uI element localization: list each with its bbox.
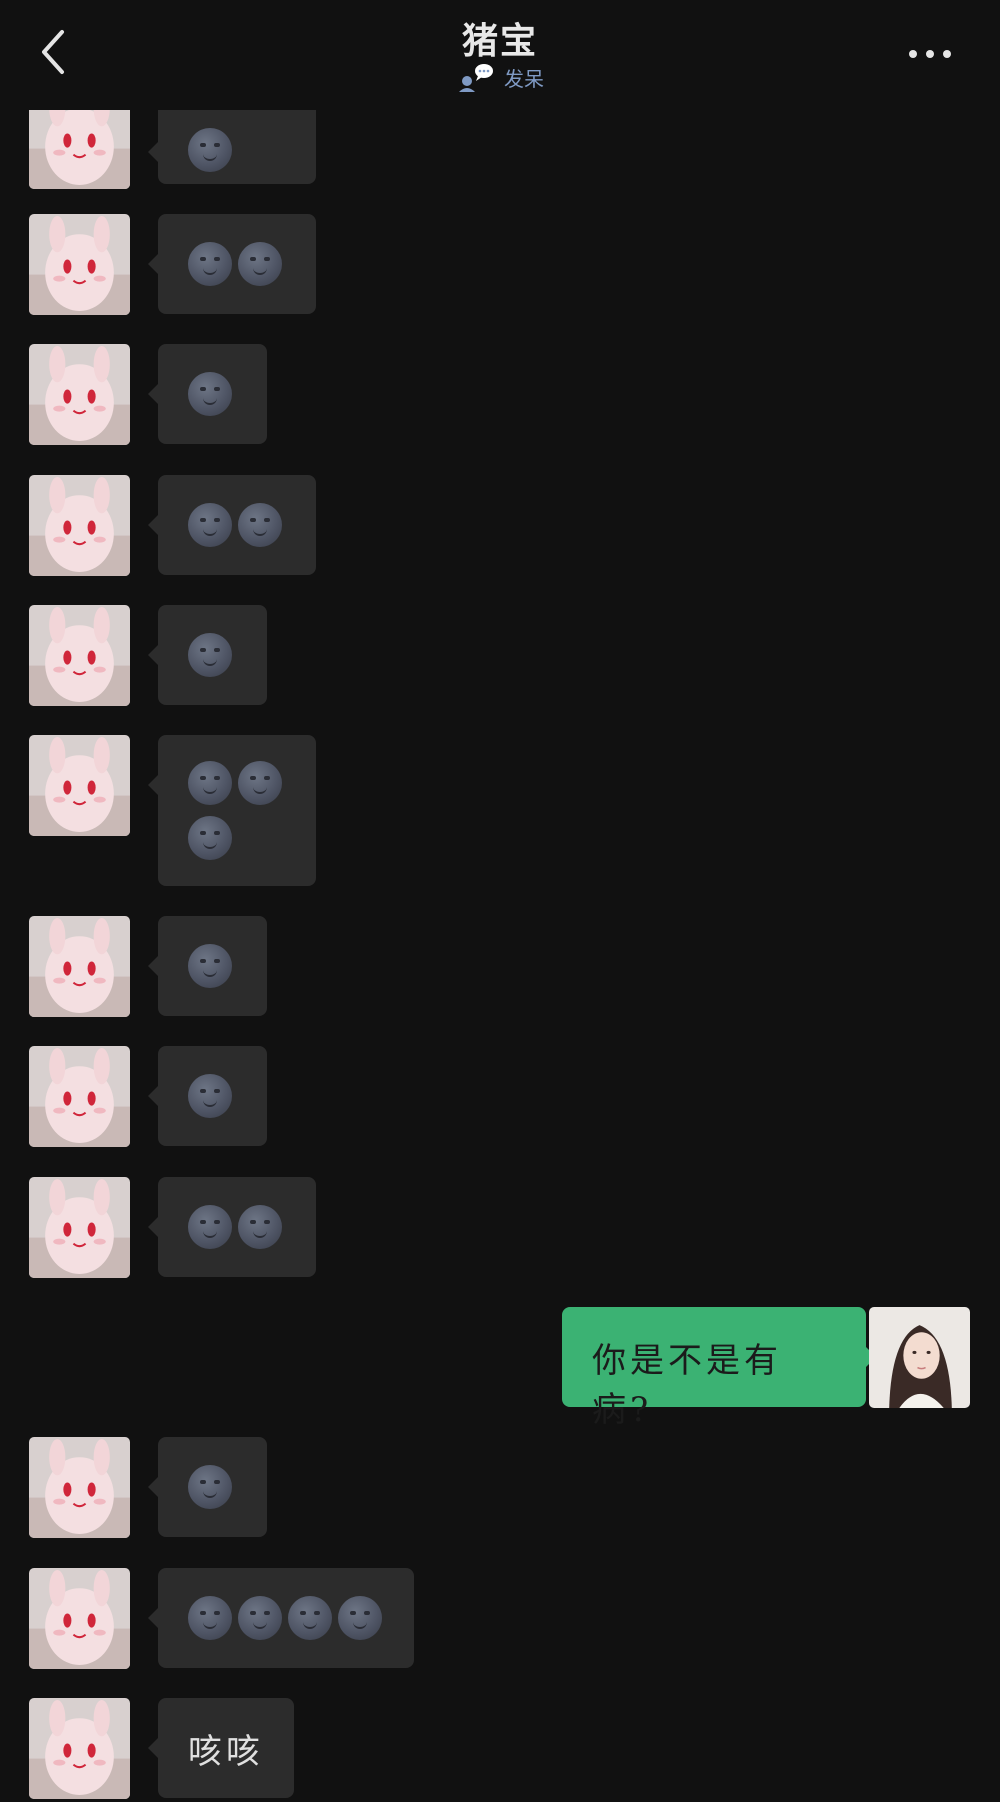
new-moon-face-emoji	[238, 1596, 282, 1640]
portrait-avatar-image	[869, 1307, 970, 1408]
chat-area: 你是不是有病? 咳咳	[0, 0, 1000, 1802]
new-moon-face-emoji	[188, 1205, 232, 1249]
contact-avatar[interactable]	[29, 214, 130, 315]
bunny-avatar-image	[29, 916, 130, 1017]
my-message-bubble[interactable]: 你是不是有病?	[562, 1307, 876, 1430]
contact-avatar[interactable]	[29, 1437, 130, 1538]
contact-avatar[interactable]	[29, 475, 130, 576]
bunny-avatar-image	[29, 1177, 130, 1278]
bunny-avatar-image	[29, 344, 130, 445]
bunny-avatar-image	[29, 1698, 130, 1799]
message-bubble[interactable]	[148, 1177, 316, 1277]
top-bar: 猪宝 发呆	[0, 0, 1000, 110]
new-moon-face-emoji	[188, 633, 232, 677]
new-moon-face-emoji	[188, 1596, 232, 1640]
message-bubble[interactable]	[148, 102, 316, 184]
message-text: 咳咳	[188, 1732, 264, 1772]
message-bubble[interactable]	[148, 214, 316, 314]
new-moon-face-emoji	[288, 1596, 332, 1640]
message-bubble[interactable]	[148, 735, 316, 886]
bunny-avatar-image	[29, 735, 130, 836]
chat-title: 猪宝	[461, 20, 538, 62]
new-moon-face-emoji	[338, 1596, 382, 1640]
dot-icon	[909, 50, 917, 58]
new-moon-face-emoji	[188, 503, 232, 547]
new-moon-face-emoji	[188, 128, 232, 172]
message-bubble[interactable]	[148, 475, 316, 575]
bunny-avatar-image	[29, 475, 130, 576]
new-moon-face-emoji	[238, 761, 282, 806]
contact-avatar[interactable]	[29, 916, 130, 1017]
contact-avatar[interactable]	[29, 344, 130, 445]
message-bubble[interactable]	[148, 605, 267, 705]
contact-avatar[interactable]	[29, 735, 130, 836]
my-avatar[interactable]	[869, 1307, 970, 1408]
new-moon-face-emoji	[188, 944, 232, 988]
new-moon-face-emoji	[188, 815, 232, 860]
bunny-avatar-image	[29, 1046, 130, 1147]
message-bubble[interactable]	[148, 1046, 267, 1146]
new-moon-face-emoji	[188, 372, 232, 416]
new-moon-face-emoji	[238, 242, 282, 286]
more-options-button[interactable]	[900, 42, 960, 66]
new-moon-face-emoji	[188, 761, 232, 806]
bunny-avatar-image	[29, 605, 130, 706]
new-moon-face-emoji	[238, 503, 282, 547]
new-moon-face-emoji	[238, 1205, 282, 1249]
contact-status: 发呆	[0, 62, 1000, 92]
dot-icon	[926, 50, 934, 58]
status-daydream-icon	[459, 64, 493, 92]
status-text: 发呆	[504, 66, 544, 91]
contact-avatar[interactable]	[29, 605, 130, 706]
new-moon-face-emoji	[188, 242, 232, 286]
contact-avatar[interactable]	[29, 1177, 130, 1278]
bunny-avatar-image	[29, 1437, 130, 1538]
message-bubble[interactable]	[148, 916, 267, 1016]
dot-icon	[943, 50, 951, 58]
message-bubble[interactable]	[148, 344, 267, 444]
message-bubble[interactable]	[148, 1437, 267, 1537]
message-bubble[interactable]: 咳咳	[148, 1698, 294, 1798]
message-bubble[interactable]	[148, 1568, 414, 1668]
contact-avatar[interactable]	[29, 1698, 130, 1799]
bunny-avatar-image	[29, 1568, 130, 1669]
contact-avatar[interactable]	[29, 1568, 130, 1669]
message-text: 你是不是有病?	[592, 1341, 782, 1430]
new-moon-face-emoji	[188, 1465, 232, 1509]
bunny-avatar-image	[29, 214, 130, 315]
new-moon-face-emoji	[188, 1074, 232, 1118]
contact-avatar[interactable]	[29, 1046, 130, 1147]
